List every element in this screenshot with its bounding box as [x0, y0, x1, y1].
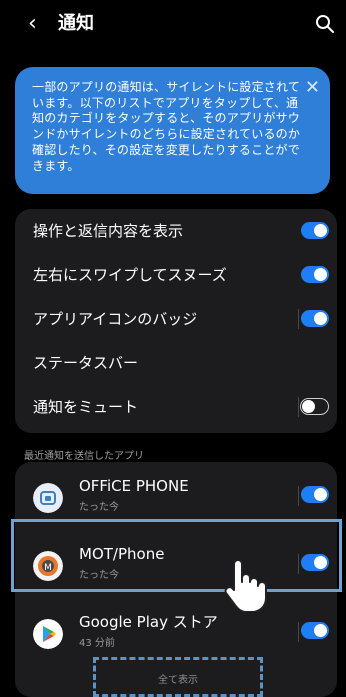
- google-play-store-app-icon: [33, 619, 63, 649]
- app-name: OFFiCE PHONE: [79, 477, 189, 495]
- setting-label: アプリアイコンのバッジ: [33, 310, 198, 328]
- app-time: 43 分前: [79, 638, 115, 649]
- notification-settings-card: 操作と返信内容を表示 左右にスワイプしてスヌーズ アプリアイコンのバッジ ステー…: [15, 209, 337, 433]
- toggle-knob: [314, 268, 327, 281]
- toggle-knob: [314, 624, 327, 637]
- setting-label: ステータスバー: [33, 354, 139, 372]
- app-name: Google Play ストア: [79, 613, 218, 631]
- app-row-google-play-store[interactable]: Google Play ストア 43 分前: [15, 598, 337, 666]
- banner-text: 一部のアプリの通知は、サイレントに設定されています。以下のリストでアプリをタップ…: [32, 80, 301, 173]
- swipe-snooze-toggle[interactable]: [301, 266, 329, 283]
- app-icon-badges-toggle[interactable]: [301, 310, 329, 327]
- setting-label: 左右にスワイプしてスヌーズ: [33, 266, 227, 284]
- close-icon[interactable]: ✕: [305, 77, 320, 98]
- setting-row-swipe-snooze[interactable]: 左右にスワイプしてスヌーズ: [15, 253, 337, 297]
- toggle-knob: [302, 400, 315, 413]
- page-title: 通知: [58, 13, 94, 34]
- office-phone-app-icon: [33, 483, 63, 513]
- row-divider: [298, 486, 299, 506]
- setting-row-status-bar[interactable]: ステータスバー: [15, 341, 337, 385]
- toggle-knob: [314, 312, 327, 325]
- search-icon[interactable]: [314, 13, 336, 35]
- google-play-store-toggle[interactable]: [301, 622, 329, 639]
- toggle-knob: [314, 488, 327, 501]
- setting-label: 操作と返信内容を表示: [33, 222, 184, 240]
- toggle-knob: [314, 224, 327, 237]
- recent-apps-section-label: 最近通知を送信したアプリ: [24, 451, 144, 462]
- show-all-button[interactable]: 全て表示: [93, 657, 263, 697]
- row-divider: [298, 622, 299, 642]
- app-time: たった今: [79, 502, 119, 513]
- show-actions-toggle[interactable]: [301, 222, 329, 239]
- top-bar: ‹ 通知: [0, 0, 346, 50]
- mute-notifications-toggle[interactable]: [300, 398, 329, 415]
- hand-pointer-icon: [224, 560, 267, 612]
- row-divider: [298, 397, 299, 417]
- office-phone-toggle[interactable]: [301, 486, 329, 503]
- silent-notification-info-banner: 一部のアプリの通知は、サイレントに設定されています。以下のリストでアプリをタップ…: [15, 67, 330, 194]
- highlight-frame: [11, 519, 342, 592]
- setting-row-show-actions[interactable]: 操作と返信内容を表示: [15, 209, 337, 253]
- setting-row-mute-notifications[interactable]: 通知をミュート: [15, 385, 337, 429]
- setting-label: 通知をミュート: [33, 398, 139, 416]
- show-all-label: 全て表示: [158, 675, 198, 686]
- setting-row-app-icon-badges[interactable]: アプリアイコンのバッジ: [15, 297, 337, 341]
- row-divider: [298, 309, 299, 329]
- back-arrow-icon[interactable]: ‹: [28, 10, 37, 38]
